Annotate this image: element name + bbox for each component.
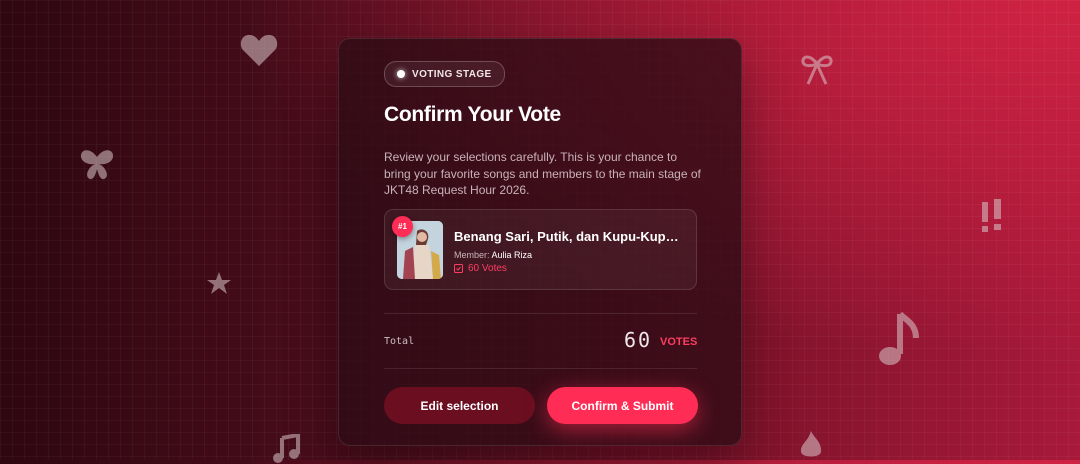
star-icon: [207, 272, 231, 294]
page-title: Confirm Your Vote: [384, 103, 561, 126]
voting-stage-badge: VOTING STAGE: [384, 61, 505, 87]
divider-top: [384, 313, 697, 314]
flame-icon: [800, 431, 822, 457]
rank-badge: #1: [392, 216, 413, 237]
status-dot-icon: [397, 70, 405, 78]
divider-bottom: [384, 368, 697, 369]
edit-selection-button[interactable]: Edit selection: [384, 387, 535, 424]
ballot-icon: [454, 264, 463, 273]
butterfly-icon: [80, 150, 114, 180]
song-title: Benang Sari, Putik, dan Kupu-Kupu ...: [454, 229, 686, 244]
selected-song-item: #1 Benang Sari, Putik, dan Kupu-Kupu ...…: [384, 209, 697, 290]
confirm-vote-card: VOTING STAGE Confirm Your Vote Review yo…: [338, 38, 742, 446]
song-votes-label: 60 Votes: [468, 263, 507, 274]
heart-icon: [240, 34, 278, 66]
description: Review your selections carefully. This i…: [384, 150, 701, 197]
badge-label: VOTING STAGE: [412, 68, 492, 80]
ribbon-icon: [801, 55, 833, 85]
music-note-icon: [879, 312, 919, 365]
member-name: Aulia Riza: [491, 250, 533, 260]
total-votes-value: 60: [624, 328, 653, 352]
total-votes-unit: VOTES: [660, 336, 698, 348]
member-info: Member: Aulia Riza: [454, 250, 532, 260]
exclamation-icon: [982, 199, 1001, 232]
song-votes: 60 Votes: [454, 263, 507, 274]
confirm-submit-button[interactable]: Confirm & Submit: [547, 387, 698, 424]
total-label: Total: [384, 336, 415, 347]
member-label: Member:: [454, 250, 490, 260]
